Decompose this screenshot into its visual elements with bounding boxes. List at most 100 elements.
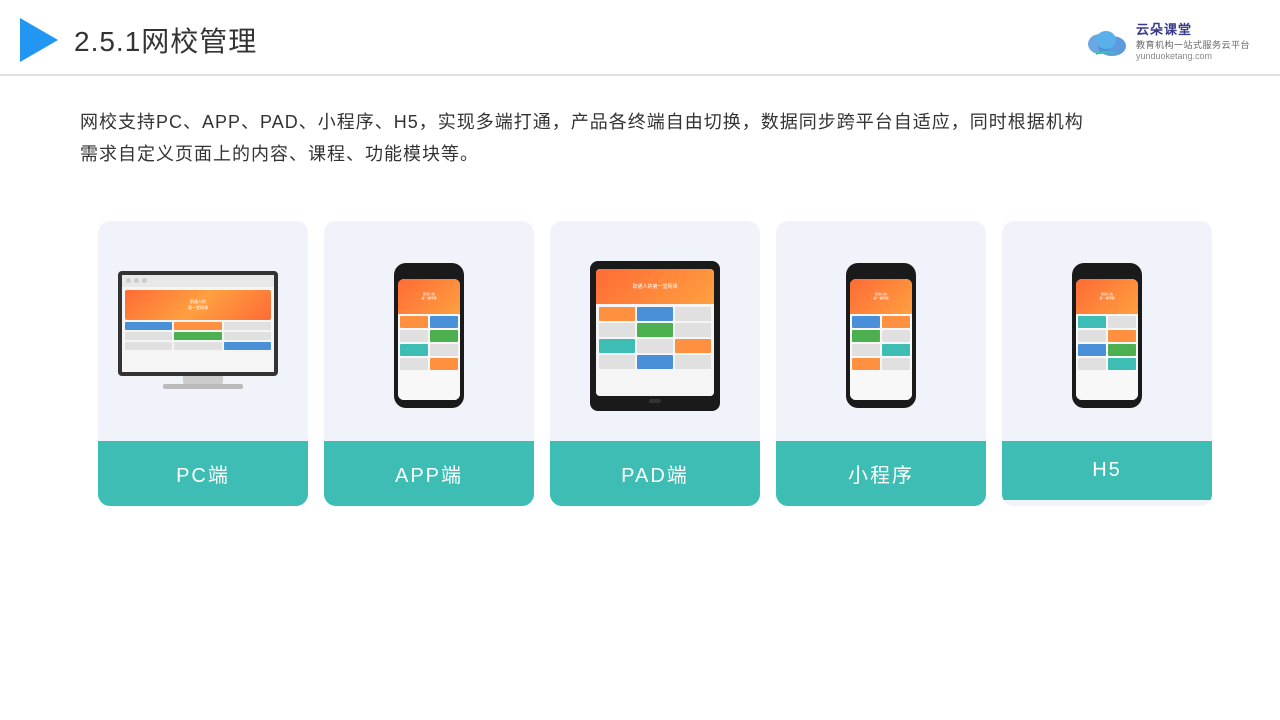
- phone-row: [852, 316, 910, 328]
- phone-notch: [419, 271, 439, 276]
- tablet-banner-text: 职通人的第一堂网课: [632, 283, 677, 290]
- tablet-block: [675, 339, 711, 353]
- tablet-block: [675, 307, 711, 321]
- phone-block: [882, 344, 910, 356]
- tablet-block: [637, 323, 673, 337]
- card-pad-image: 职通人的第一堂网课: [550, 221, 760, 441]
- card-pad-label: PAD端: [550, 441, 760, 506]
- card-h5-image: 职通人的第一堂网课: [1002, 221, 1212, 441]
- pc-block: [174, 322, 221, 330]
- phone-block: [430, 358, 458, 370]
- tablet-block: [637, 339, 673, 353]
- phone-device-mock-app: 职通人的第一堂网课: [394, 263, 464, 408]
- pc-block: [174, 332, 221, 340]
- pc-stand: [183, 376, 223, 384]
- pc-dot: [142, 278, 147, 283]
- tablet-block: [599, 323, 635, 337]
- pc-dot: [134, 278, 139, 283]
- phone-row: [852, 330, 910, 342]
- phone-banner-text: 职通人的第一堂网课: [1099, 293, 1114, 301]
- cloud-icon: [1082, 22, 1130, 58]
- tablet-block: [637, 355, 673, 369]
- pc-block: [224, 322, 271, 330]
- card-miniprogram-label: 小程序: [776, 441, 986, 506]
- pc-banner-text: 职通人的第一堂网课: [188, 299, 208, 311]
- phone-block: [1108, 358, 1136, 370]
- card-pc: 职通人的第一堂网课: [98, 221, 308, 506]
- page-header: 2.5.1网校管理 云朵课堂 教育机构一站式服务云平台 yunduoketang…: [0, 0, 1280, 76]
- phone-block: [430, 316, 458, 328]
- phone-banner-text: 职通人的第一堂网课: [873, 293, 888, 301]
- card-miniprogram: 职通人的第一堂网课: [776, 221, 986, 506]
- pc-content: 职通人的第一堂网课: [122, 287, 274, 372]
- phone-row: [400, 358, 458, 370]
- card-app-image: 职通人的第一堂网课: [324, 221, 534, 441]
- pc-row: [125, 332, 271, 340]
- phone-banner: 职通人的第一堂网课: [398, 279, 460, 314]
- pc-block: [224, 342, 271, 350]
- phone-block: [400, 344, 428, 356]
- tablet-device-mock: 职通人的第一堂网课: [590, 261, 720, 411]
- tablet-block: [599, 339, 635, 353]
- pc-device-mock: 职通人的第一堂网课: [118, 271, 288, 401]
- tablet-screen: 职通人的第一堂网课: [596, 269, 714, 396]
- tablet-row: [599, 355, 711, 369]
- phone-banner: 职通人的第一堂网课: [850, 279, 912, 314]
- tablet-banner: 职通人的第一堂网课: [596, 269, 714, 304]
- card-miniprogram-image: 职通人的第一堂网课: [776, 221, 986, 441]
- phone-row: [400, 330, 458, 342]
- phone-block: [1078, 330, 1106, 342]
- pc-row: [125, 322, 271, 330]
- phone-block: [430, 344, 458, 356]
- phone-row: [852, 344, 910, 356]
- tablet-block: [599, 355, 635, 369]
- tablet-row: [599, 307, 711, 321]
- pc-banner: 职通人的第一堂网课: [125, 290, 271, 320]
- phone-row: [400, 344, 458, 356]
- page-title: 2.5.1网校管理: [74, 20, 257, 60]
- phone-block: [1108, 330, 1136, 342]
- phone-block: [882, 316, 910, 328]
- tablet-row: [599, 339, 711, 353]
- card-app: 职通人的第一堂网课: [324, 221, 534, 506]
- phone-block: [882, 358, 910, 370]
- brand-tagline: 教育机构一站式服务云平台: [1136, 38, 1250, 51]
- phone-block: [430, 330, 458, 342]
- card-pc-label: PC端: [98, 441, 308, 506]
- phone-row: [1078, 330, 1136, 342]
- phone-banner-text: 职通人的第一堂网课: [421, 293, 436, 301]
- card-pad: 职通人的第一堂网课: [550, 221, 760, 506]
- brand-logo: 云朵课堂 教育机构一站式服务云平台 yunduoketang.com: [1082, 19, 1250, 61]
- phone-notch: [871, 271, 891, 276]
- phone-screen: 职通人的第一堂网课: [1076, 279, 1138, 400]
- header-left: 2.5.1网校管理: [20, 18, 257, 62]
- tablet-home-button: [649, 399, 661, 403]
- pc-screen-top: [122, 275, 274, 287]
- phone-block: [1078, 344, 1106, 356]
- phone-block: [852, 344, 880, 356]
- phone-block: [852, 330, 880, 342]
- description-paragraph: 网校支持PC、APP、PAD、小程序、H5，实现多端打通，产品各终端自由切换，数…: [80, 106, 1220, 171]
- brand-name: 云朵课堂: [1136, 19, 1192, 38]
- pc-base: [163, 384, 243, 389]
- phone-row: [1078, 316, 1136, 328]
- pc-block: [125, 332, 172, 340]
- phone-device-mock-mini: 职通人的第一堂网课: [846, 263, 916, 408]
- phone-banner: 职通人的第一堂网课: [1076, 279, 1138, 314]
- tablet-block: [675, 323, 711, 337]
- phone-row: [852, 358, 910, 370]
- phone-screen: 职通人的第一堂网课: [850, 279, 912, 400]
- phone-block: [1108, 316, 1136, 328]
- description-text: 网校支持PC、APP、PAD、小程序、H5，实现多端打通，产品各终端自由切换，数…: [0, 76, 1280, 181]
- pc-block: [174, 342, 221, 350]
- phone-row: [400, 316, 458, 328]
- tablet-block: [675, 355, 711, 369]
- logo-triangle-icon: [20, 18, 58, 62]
- phone-notch: [1097, 271, 1117, 276]
- tablet-block: [599, 307, 635, 321]
- phone-row: [1078, 344, 1136, 356]
- card-h5: 职通人的第一堂网课: [1002, 221, 1212, 506]
- pc-block: [224, 332, 271, 340]
- phone-block: [1078, 316, 1106, 328]
- pc-row: [125, 342, 271, 350]
